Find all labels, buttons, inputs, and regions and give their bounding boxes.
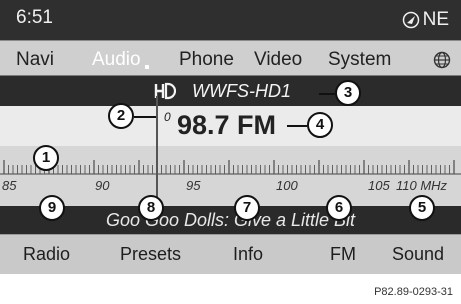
clock: 6:51 (16, 7, 53, 28)
callout-9: 9 (39, 195, 65, 221)
softkey-presets[interactable]: Presets (120, 244, 181, 265)
now-playing-bar: Goo Goo Dolls: Give a Little Bit (0, 206, 461, 234)
main-menu: Navi Audio Phone Video System (0, 40, 461, 76)
scale-label-105: 105 (368, 178, 390, 193)
softkey-bar: Radio Presets Info FM Sound (0, 234, 461, 274)
callout-4-leader (287, 125, 307, 127)
station-band: WWFS-HD1 (0, 76, 461, 106)
scale-label-100: 100 (276, 178, 298, 193)
scale-label-85: 85 (2, 178, 17, 193)
frequency-display: 0 98.7 FM (0, 106, 461, 146)
callout-5: 5 (409, 195, 435, 221)
heading-text: NE (422, 9, 449, 30)
audio-radio-screen: 6:51 NE Navi Audio Phone Video System WW… (0, 0, 461, 304)
callout-2-leader (134, 116, 156, 118)
scale-label-110mhz: 110 MHz (396, 178, 448, 193)
status-bar: 6:51 NE (0, 0, 461, 40)
menu-item-audio[interactable]: Audio (92, 49, 149, 71)
globe-icon[interactable] (433, 51, 451, 69)
menu-item-phone[interactable]: Phone (179, 49, 234, 71)
scale-label-90: 90 (95, 178, 110, 193)
now-playing-text: Goo Goo Dolls: Give a Little Bit (105, 210, 356, 230)
compass-icon (402, 11, 419, 29)
figure-code: P82.89-0293-31 (374, 286, 453, 298)
station-name: WWFS-HD1 (192, 81, 291, 101)
menu-item-system[interactable]: System (328, 49, 391, 71)
menu-item-video[interactable]: Video (254, 49, 302, 71)
callout-1: 1 (33, 145, 59, 171)
callout-3-leader (319, 93, 335, 95)
callout-3: 3 (335, 80, 361, 106)
callout-2: 2 (108, 103, 134, 129)
frequency-scale[interactable]: 85 90 95 100 105 110 MHz (0, 146, 461, 206)
callout-6: 6 (326, 195, 352, 221)
callout-8: 8 (138, 195, 164, 221)
softkey-fm[interactable]: FM (330, 244, 356, 265)
frequency-value: 98.7 FM (177, 110, 277, 140)
softkey-info[interactable]: Info (233, 244, 263, 265)
callout-4: 4 (307, 112, 333, 138)
scale-ticks (0, 160, 461, 175)
softkey-radio[interactable]: Radio (23, 244, 70, 265)
menu-item-navi[interactable]: Navi (16, 49, 54, 71)
softkey-sound[interactable]: Sound (392, 244, 444, 265)
preset-number: 0 (164, 110, 171, 124)
scale-label-95: 95 (186, 178, 201, 193)
compass-indicator: NE (402, 7, 449, 33)
callout-7: 7 (234, 195, 260, 221)
